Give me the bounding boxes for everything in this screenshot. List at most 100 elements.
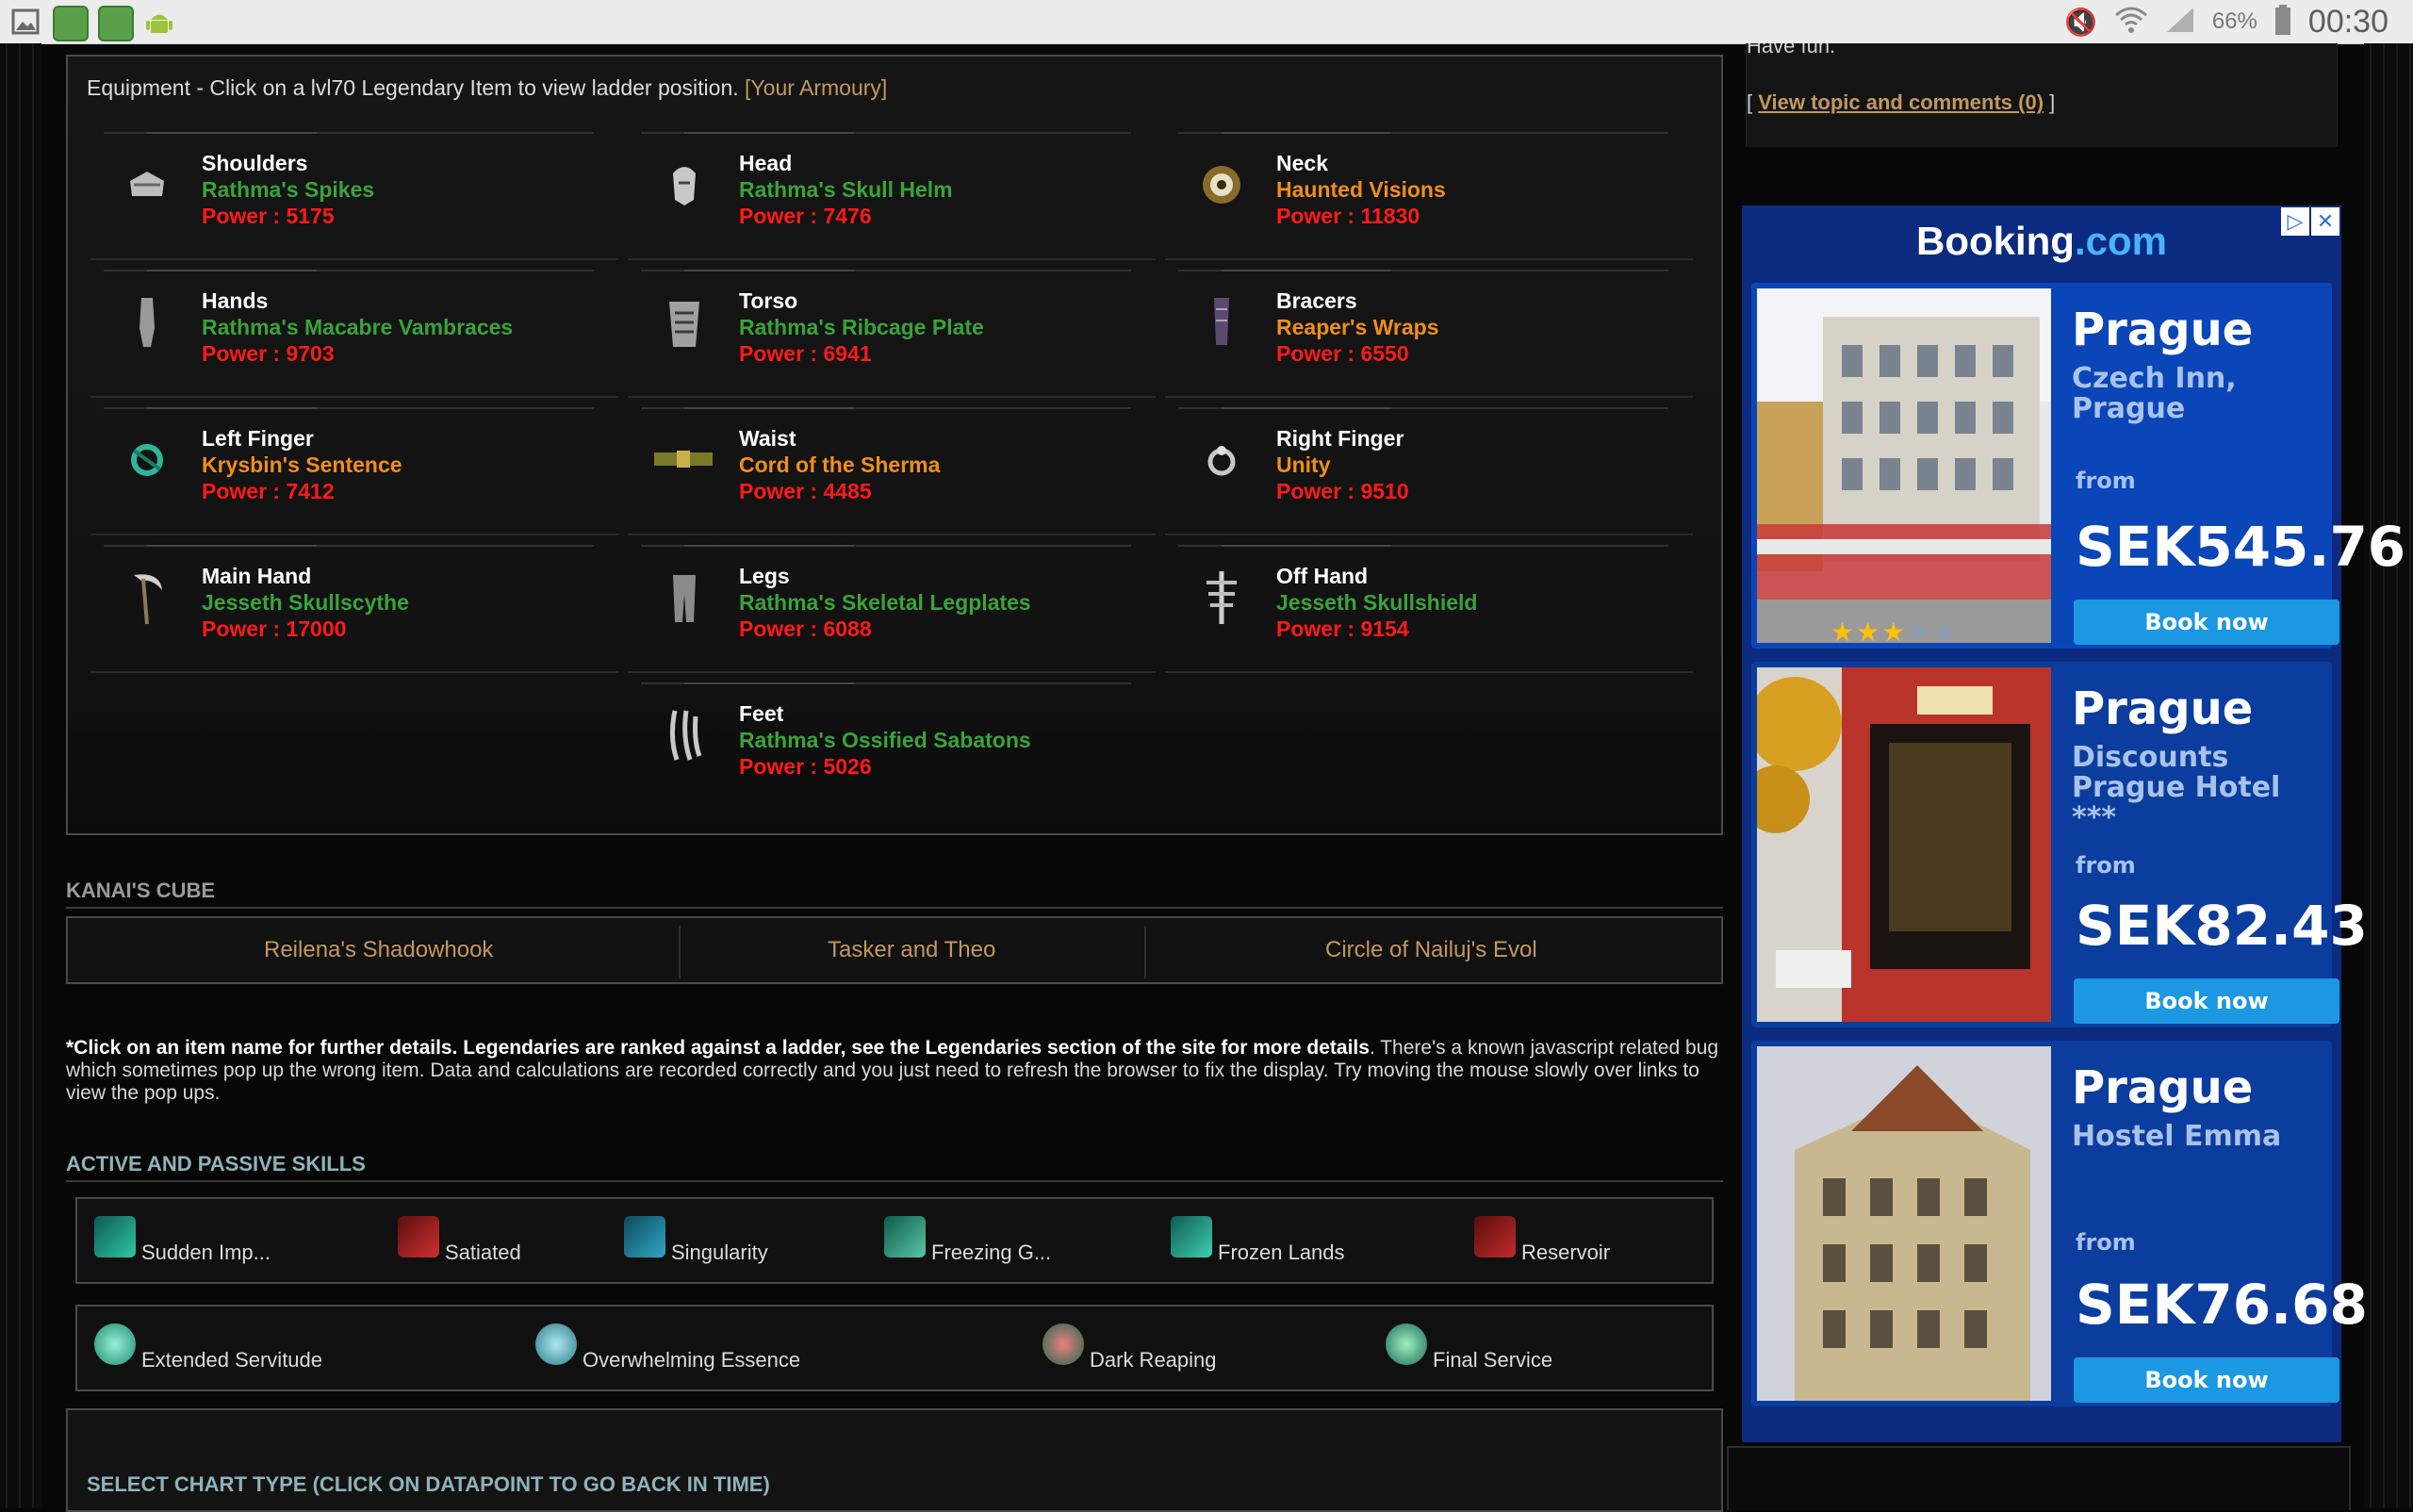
slot-legs[interactable]: Legs Rathma's Skeletal Legplates Power :… [628,545,1156,673]
head-icon [662,153,707,215]
hotel-card[interactable]: Prague Discounts Prague Hotel *** from S… [1751,662,2368,1027]
divider [1222,545,1391,547]
item-link[interactable]: Rathma's Macabre Vambraces [202,315,513,340]
item-link[interactable]: Reaper's Wraps [1276,315,1439,340]
slot-waist[interactable]: Waist Cord of the Sherma Power : 4485 [628,407,1156,535]
boots-icon [662,703,707,765]
slot-shoulders[interactable]: Shoulders Rathma's Spikes Power : 5175 [90,132,618,260]
divider [66,907,1723,909]
right-border-decoration [2364,43,2413,1508]
divider [684,545,854,547]
skill-icon [1386,1323,1427,1365]
divider [147,407,317,409]
battery-icon [2274,4,2291,41]
book-now-button[interactable]: Book now [2074,978,2339,1024]
gloves-icon [124,290,170,353]
view-topic-row: [ View topic and comments (0) ] [1747,90,2056,114]
item-link[interactable]: Rathma's Skeletal Legplates [739,590,1031,616]
have-fun-text: Have fun. [1747,43,1836,58]
mute-icon: 🔇 [2063,7,2097,37]
plus-app-notification-icon [53,6,89,41]
divider [66,1180,1723,1182]
divider [1165,258,1693,260]
hotel-photo [1757,1046,2051,1401]
cube-item-link[interactable]: Tasker and Theo [828,937,995,963]
cube-item-link[interactable]: Circle of Nailuj's Evol [1325,937,1537,963]
divider [90,258,618,260]
phylactery-icon [1199,566,1244,628]
divider [1165,671,1693,673]
divider [1144,926,1146,978]
active-skills-panel: Sudden Imp... Satiated Singularity Freez… [75,1197,1714,1284]
slot-bracers[interactable]: Bracers Reaper's Wraps Power : 6550 [1165,270,1693,398]
news-sidebar: Have fun. [ View topic and comments (0) … [1746,43,2338,147]
divider [684,682,854,684]
item-link[interactable]: Rathma's Ribcage Plate [739,315,984,340]
skill-icon [398,1216,439,1257]
passive-skills-panel: Extended Servitude Overwhelming Essence … [75,1305,1714,1391]
equipment-header: Equipment - Click on a lvl70 Legendary I… [87,75,888,100]
slot-left-finger[interactable]: Left Finger Krysbin's Sentence Power : 7… [90,407,618,535]
bracers-icon [1199,290,1244,353]
item-link[interactable]: Jesseth Skullshield [1276,590,1477,616]
divider [628,258,1156,260]
skill-icon [624,1216,665,1257]
item-link[interactable]: Haunted Visions [1276,177,1446,203]
slot-right-finger[interactable]: Right Finger Unity Power : 9510 [1165,407,1693,535]
item-link[interactable]: Krysbin's Sentence [202,452,402,478]
divider [90,396,618,398]
ring-icon [1199,428,1244,490]
item-link[interactable]: Rathma's Skull Helm [739,177,953,203]
item-link[interactable]: Unity [1276,452,1331,478]
battery-percent: 66% [2211,8,2257,34]
skill-icon [884,1216,926,1257]
kanais-cube-title: KANAI'S CUBE [66,879,216,902]
divider [1165,396,1693,398]
chest-armor-icon [662,290,707,353]
item-link[interactable]: Jesseth Skullscythe [202,590,409,616]
slot-torso[interactable]: Torso Rathma's Ribcage Plate Power : 694… [628,270,1156,398]
divider [1165,534,1693,535]
booking-ad[interactable]: ▷ ✕ Booking.com ★★★★★ Prague Czech Inn, … [1742,205,2405,1442]
skill-icon [94,1323,136,1365]
skill-icon [1171,1216,1212,1257]
hotel-photo [1757,667,2051,1022]
android-status-bar: 🔇 66% 00:30 [0,0,2413,44]
divider [679,926,681,978]
book-now-button[interactable]: Book now [2074,1357,2339,1403]
skill-icon [535,1323,577,1365]
item-link[interactable]: Cord of the Sherma [739,452,940,478]
slot-head[interactable]: Head Rathma's Skull Helm Power : 7476 [628,132,1156,260]
sidebar-bottom-box [1727,1446,2351,1510]
divider [684,270,854,271]
divider [1222,132,1391,134]
clock: 00:30 [2307,3,2388,40]
slot-feet[interactable]: Feet Rathma's Ossified Sabatons Power : … [628,682,1156,811]
divider [684,407,854,409]
belt-icon [652,428,714,490]
divider [628,396,1156,398]
hotel-photo [1757,288,2051,643]
item-link[interactable]: Rathma's Ossified Sabatons [739,728,1031,753]
star-rating: ★★★★★ [1830,617,1959,647]
divider [628,534,1156,535]
cube-item-link[interactable]: Reilena's Shadowhook [264,937,493,963]
equipment-panel: Equipment - Click on a lvl70 Legendary I… [66,55,1723,835]
slot-main-hand[interactable]: Main Hand Jesseth Skullscythe Power : 17… [90,545,618,673]
divider [90,534,618,535]
view-topic-link[interactable]: View topic and comments (0) [1758,90,2044,114]
booking-logo: Booking.com [1915,219,2167,263]
slot-neck[interactable]: Neck Haunted Visions Power : 11830 [1165,132,1693,260]
hotel-card[interactable]: Prague Hostel Emma from SEK76.68 Book no… [1751,1041,2368,1406]
slot-hands[interactable]: Hands Rathma's Macabre Vambraces Power :… [90,270,618,398]
your-armoury-link[interactable]: [Your Armoury] [745,75,887,100]
book-now-button[interactable]: Book now [2074,600,2339,645]
divider [628,671,1156,673]
scythe-icon [124,566,170,628]
chart-type-title: SELECT CHART TYPE (CLICK ON DATAPOINT TO… [87,1472,770,1496]
left-border-decoration [0,43,41,1508]
hotel-card[interactable]: ★★★★★ Prague Czech Inn, Prague from SEK5… [1751,283,2405,649]
item-link[interactable]: Rathma's Spikes [202,177,374,203]
slot-off-hand[interactable]: Off Hand Jesseth Skullshield Power : 915… [1165,545,1693,673]
signal-icon [2165,6,2195,39]
